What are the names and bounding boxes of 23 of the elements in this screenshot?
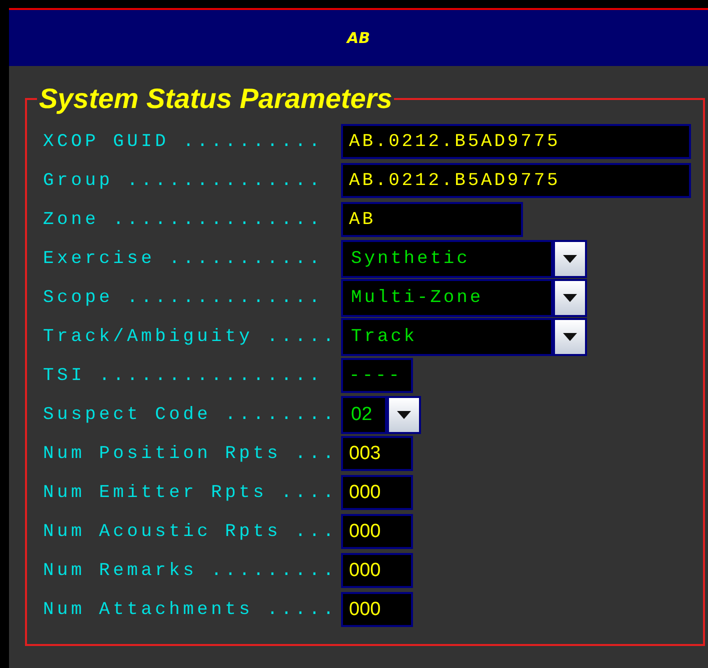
field-label: Suspect Code ........	[43, 404, 338, 424]
count-field[interactable]: 000	[341, 592, 413, 627]
count-field[interactable]: 000	[341, 514, 413, 549]
count-field[interactable]: 000	[341, 475, 413, 510]
count-field[interactable]: 000	[341, 553, 413, 588]
value-field[interactable]: ----	[341, 358, 413, 393]
field-label: Num Remarks .........	[43, 560, 338, 580]
header-title: AB	[346, 29, 370, 47]
value-field[interactable]: AB	[341, 202, 523, 237]
field-label: Num Position Rpts ...	[43, 444, 338, 464]
field-label: Exercise ...........	[43, 248, 324, 268]
field-label: Group ..............	[43, 170, 324, 190]
value-field[interactable]: AB.0212.B5AD9775	[341, 163, 691, 198]
field-label: Num Acoustic Rpts ...	[43, 522, 338, 542]
field-label: Num Emitter Rpts ....	[43, 482, 338, 502]
field-label: TSI ................	[43, 366, 324, 386]
field-label: Num Attachments .....	[43, 600, 338, 620]
count-field[interactable]: 003	[341, 436, 413, 471]
field-label: Track/Ambiguity .....	[43, 326, 338, 346]
field-label: Scope ..............	[43, 288, 324, 308]
field-label: XCOP GUID ..........	[43, 132, 324, 152]
field-label: Zone ...............	[43, 210, 324, 230]
value-field[interactable]: AB.0212.B5AD9775	[341, 124, 691, 159]
